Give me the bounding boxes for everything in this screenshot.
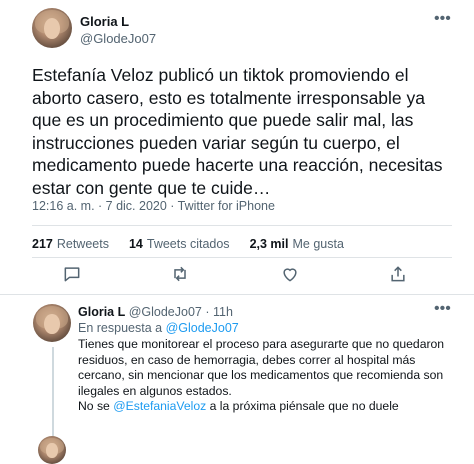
avatar-face [46, 443, 58, 458]
tweet-stats: 217 Retweets 14 Tweets citados 2,3 mil Me g… [32, 237, 364, 251]
avatar[interactable] [32, 8, 72, 48]
avatar[interactable] [38, 436, 66, 464]
thread-line [52, 347, 54, 443]
reply-prefix: En respuesta a [78, 321, 163, 335]
retweet-icon[interactable] [170, 264, 194, 288]
reply-header: Gloria L @GlodeJo07 · 11h [78, 305, 233, 319]
reply-target-link[interactable]: @GlodeJo07 [166, 321, 239, 335]
quotes-count: 14 [128, 237, 143, 251]
retweets-count: 217 [32, 237, 53, 251]
tweet-text: Estefanía Veloz publicó un tiktok promov… [32, 65, 443, 198]
more-dots-icon[interactable]: ••• [434, 10, 451, 28]
user-handle[interactable]: @GlodeJo07 [80, 31, 156, 46]
display-name[interactable]: Gloria L [80, 14, 129, 29]
user-handle[interactable]: @GlodeJo07 [129, 305, 202, 319]
likes-count: 2,3 mil [249, 237, 289, 251]
reply-text-main: Tienes que monitorear el proceso para as… [78, 337, 445, 398]
avatar-face [44, 313, 60, 334]
avatar-face [44, 18, 60, 40]
quotes-label: Tweets citados [146, 237, 230, 251]
quotes-stat[interactable]: 14 Tweets citados [129, 237, 230, 251]
share-icon[interactable] [388, 264, 412, 288]
reply-text-last: No se @EstefaniaVeloz a la próxima piéns… [78, 399, 463, 415]
reply-text-last-prefix: No se [78, 399, 110, 413]
likes-stat[interactable]: 2,3 mil Me gusta [250, 237, 344, 251]
reply-text: Tienes que monitorear el proceso para as… [78, 337, 463, 415]
likes-label: Me gusta [292, 237, 344, 251]
tweet-age[interactable]: · 11h [205, 305, 233, 319]
retweets-stat[interactable]: 217 Retweets [32, 237, 109, 251]
reply-icon[interactable] [62, 264, 86, 288]
display-name[interactable]: Gloria L [78, 305, 125, 319]
tweet-timestamp[interactable]: 12:16 a. m. · 7 dic. 2020 · Twitter for … [32, 199, 275, 213]
like-icon[interactable] [280, 264, 304, 288]
retweets-label: Retweets [56, 237, 109, 251]
divider [32, 225, 452, 226]
tweet-actions [32, 264, 452, 288]
more-dots-icon[interactable]: ••• [434, 300, 451, 318]
divider [0, 294, 474, 295]
divider [32, 257, 452, 258]
avatar[interactable] [33, 304, 71, 342]
reply-context: En respuesta a @GlodeJo07 [78, 321, 239, 335]
reply-text-last-suffix: a la próxima piénsale que no duele [209, 399, 399, 413]
mention-link[interactable]: @EstefaniaVeloz [113, 399, 206, 413]
